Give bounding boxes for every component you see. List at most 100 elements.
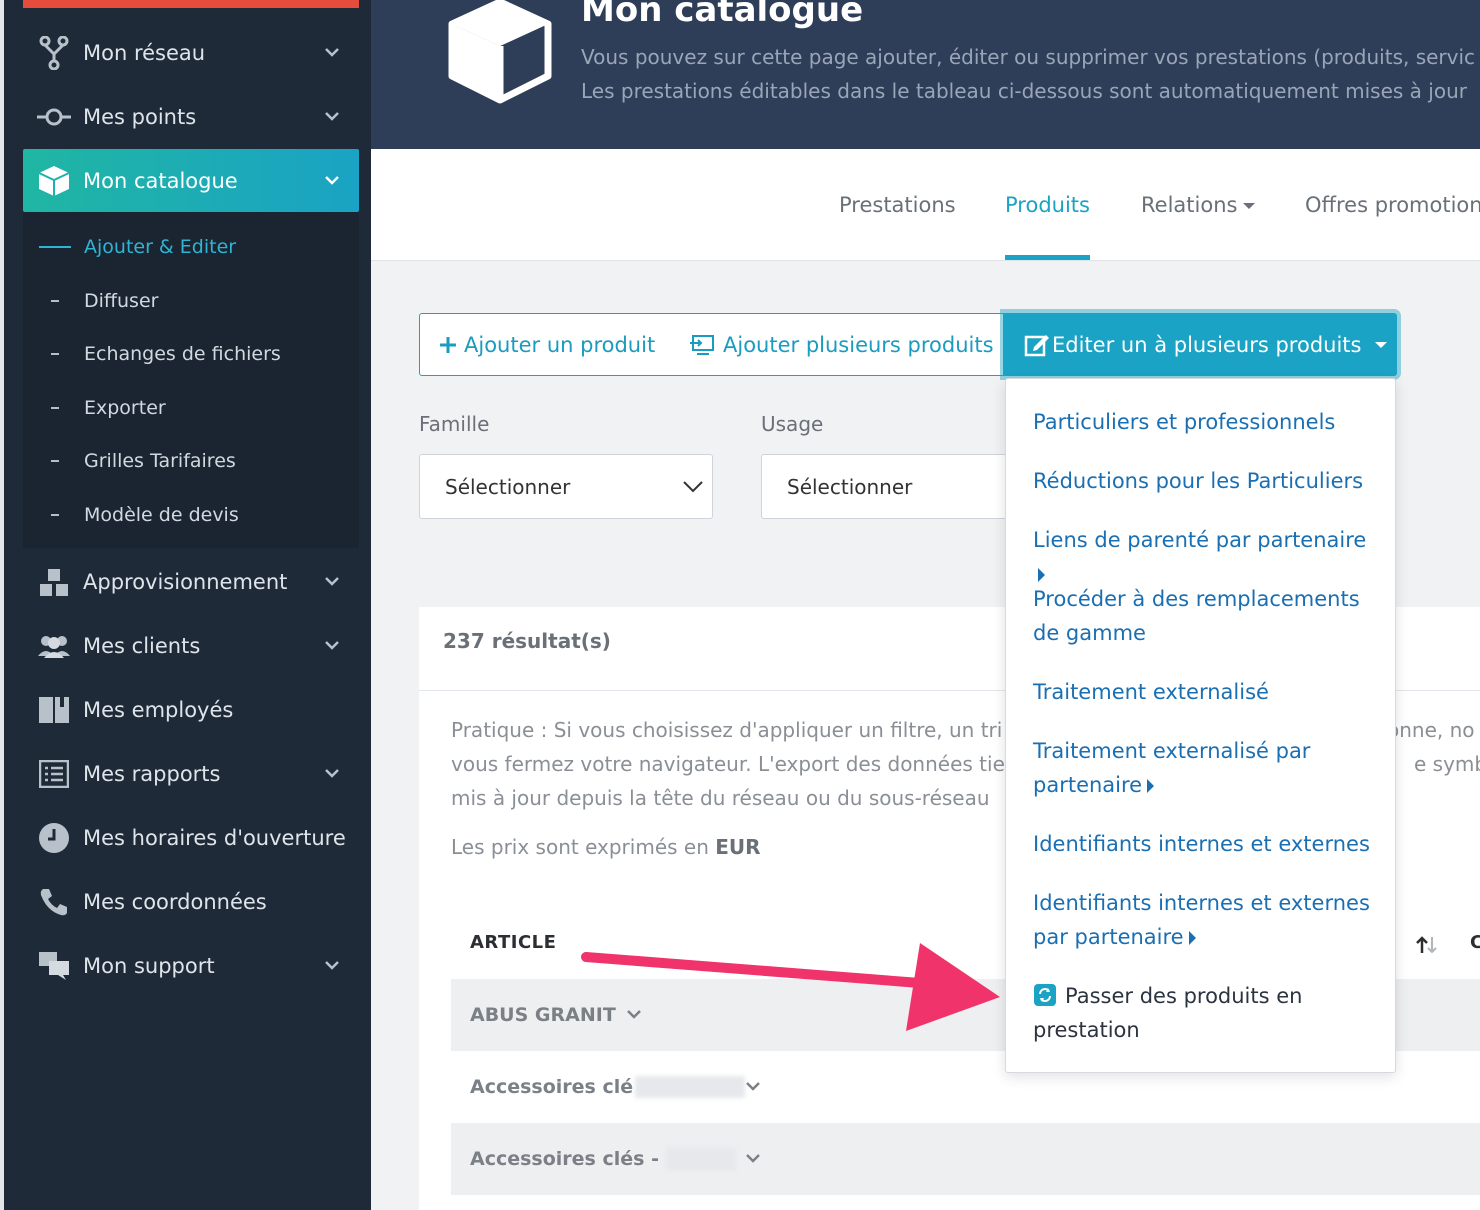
submenu-dash xyxy=(51,514,59,516)
submenu-item-modele-devis[interactable]: Modèle de devis xyxy=(23,495,359,535)
tab-relations[interactable]: Relations xyxy=(1141,193,1256,217)
chevron-down-icon xyxy=(325,112,339,121)
sidebar-item-mes-clients[interactable]: Mes clients xyxy=(23,614,359,677)
submenu-item-exporter[interactable]: Exporter xyxy=(23,388,359,428)
sidebar-item-mes-rapports[interactable]: Mes rapports xyxy=(23,742,359,805)
row-label-wrap: Accessoires clés - xyxy=(470,1148,736,1171)
sidebar-item-label: Mes horaires d'ouverture xyxy=(83,825,346,850)
submenu-item-echanges-fichiers[interactable]: Echanges de fichiers xyxy=(23,334,359,374)
edit-icon xyxy=(1024,334,1049,356)
sidebar-item-mon-support[interactable]: Mon support xyxy=(23,934,359,997)
chevron-down-icon xyxy=(325,961,339,970)
sidebar-item-label: Mes rapports xyxy=(83,761,221,786)
sidebar-item-mes-points[interactable]: Mes points xyxy=(23,85,359,148)
menu-item-liens-parente[interactable]: Liens de parenté par partenaire xyxy=(1033,523,1378,591)
chat-icon xyxy=(37,949,71,983)
tab-bar: Prestations Produits Relations Offres pr… xyxy=(371,149,1480,261)
info-text-line3: mis à jour depuis la tête du réseau ou d… xyxy=(451,786,990,810)
menu-item-particuliers-professionnels[interactable]: Particuliers et professionnels xyxy=(1033,405,1378,439)
menu-item-label: prestation xyxy=(1033,1018,1140,1042)
catalogue-submenu: Ajouter & Editer Diffuser Echanges de fi… xyxy=(23,212,359,548)
price-prefix: Les prix sont exprimés en xyxy=(451,835,709,859)
redacted-text xyxy=(635,1076,746,1099)
submenu-item-grilles-tarifaires[interactable]: Grilles Tarifaires xyxy=(23,441,359,481)
caret-right-icon xyxy=(1147,779,1155,793)
submenu-dash xyxy=(51,300,59,302)
row-label-wrap: Accessoires clé xyxy=(470,1075,746,1099)
chevron-down-icon[interactable] xyxy=(745,1153,761,1165)
annotation-arrow xyxy=(581,943,1000,1031)
caret-right-icon xyxy=(1188,931,1196,945)
submenu-dash xyxy=(51,353,59,355)
info-text-line1-end: onne, no xyxy=(1387,718,1475,742)
submenu-dash xyxy=(51,407,59,409)
chevron-down-icon xyxy=(683,481,703,493)
phone-icon xyxy=(37,885,71,919)
sidebar-item-label: Mes coordonnées xyxy=(83,889,267,914)
sidebar-item-mes-employes[interactable]: Mes employés xyxy=(23,678,359,741)
sidebar-item-label: Mon catalogue xyxy=(83,168,238,193)
submenu-item-diffuser[interactable]: Diffuser xyxy=(23,281,359,321)
sidebar-item-approvisionnement[interactable]: Approvisionnement xyxy=(23,550,359,613)
caret-down-icon xyxy=(1243,203,1256,209)
tab-relations-label: Relations xyxy=(1141,193,1238,217)
plus-icon xyxy=(440,336,456,353)
sidebar-item-label: Mes clients xyxy=(83,633,201,658)
menu-item-label: Liens de parenté par partenaire xyxy=(1033,528,1367,552)
menu-item-identifiants[interactable]: Identifiants internes et externes xyxy=(1033,827,1378,861)
edit-products-label: Editer un à plusieurs produits xyxy=(1052,332,1362,357)
menu-item-identifiants-partenaire[interactable]: Identifiants internes et externes par par… xyxy=(1033,886,1378,954)
redacted-text xyxy=(665,1148,736,1171)
info-text-line1: Pratique : Si vous choisissez d'applique… xyxy=(451,718,1003,742)
edit-products-dropdown-button[interactable]: Editer un à plusieurs produits xyxy=(1004,313,1397,376)
menu-item-label: Procéder à des remplacements xyxy=(1033,587,1360,611)
famille-label: Famille xyxy=(419,412,490,436)
caret-down-icon xyxy=(1375,341,1388,348)
submenu-item-label: Grilles Tarifaires xyxy=(84,450,236,472)
sidebar-item-mon-catalogue[interactable]: Mon catalogue xyxy=(23,149,359,212)
chevron-down-icon[interactable] xyxy=(745,1081,761,1093)
table-row[interactable]: Accessoires clés - xyxy=(451,1123,1480,1195)
menu-item-reductions-particuliers[interactable]: Réductions pour les Particuliers xyxy=(1033,464,1378,498)
column-header-c[interactable]: C xyxy=(1470,932,1480,953)
menu-item-traitement-externalise[interactable]: Traitement externalisé xyxy=(1033,675,1378,709)
row-label: Accessoires clés - xyxy=(470,1147,666,1170)
menu-item-traitement-externalise-partenaire[interactable]: Traitement externalisé par partenaire xyxy=(1033,734,1378,802)
price-currency-note: Les prix sont exprimés en EUR xyxy=(451,835,761,859)
points-icon xyxy=(37,100,71,134)
add-multiple-products-label: Ajouter plusieurs produits xyxy=(723,332,994,357)
menu-item-label: partenaire xyxy=(1033,773,1143,797)
sidebar-item-mes-horaires[interactable]: Mes horaires d'ouverture xyxy=(23,806,359,869)
clock-icon xyxy=(37,821,71,855)
sort-icon[interactable] xyxy=(1415,935,1439,955)
menu-item-remplacements-gamme[interactable]: Procéder à des remplacements de gamme xyxy=(1033,582,1378,650)
page-description-line1: Vous pouvez sur cette page ajouter, édit… xyxy=(581,45,1476,69)
cube-icon xyxy=(448,0,552,104)
submenu-item-label: Diffuser xyxy=(84,290,159,312)
menu-item-label: Traitement externalisé par xyxy=(1033,739,1311,763)
cube-icon xyxy=(37,164,71,198)
info-text-line2: vous fermez votre navigateur. L'export d… xyxy=(451,752,1005,776)
add-multiple-products-button[interactable]: Ajouter plusieurs produits xyxy=(671,313,1004,376)
submenu-active-marker xyxy=(39,246,71,248)
chevron-down-icon xyxy=(325,176,339,185)
add-product-label: Ajouter un produit xyxy=(464,332,656,357)
submenu-item-ajouter-editer[interactable]: Ajouter & Editer xyxy=(23,227,359,267)
submenu-item-label: Echanges de fichiers xyxy=(84,343,281,365)
sidebar-item-label: Mes employés xyxy=(83,697,234,722)
tab-prestations[interactable]: Prestations xyxy=(839,193,956,217)
tab-offres-promotion[interactable]: Offres promotion xyxy=(1305,193,1480,217)
tab-produits[interactable]: Produits xyxy=(1005,193,1090,217)
usage-select[interactable]: Sélectionner xyxy=(761,454,1021,519)
submenu-item-label: Exporter xyxy=(84,397,166,419)
famille-select[interactable]: Sélectionner xyxy=(419,454,713,519)
submenu-item-label: Ajouter & Editer xyxy=(84,236,237,258)
caret-right-icon xyxy=(1038,568,1045,582)
boxes-icon xyxy=(37,565,71,599)
column-header-article[interactable]: ARTICLE xyxy=(470,932,556,953)
row-label: Accessoires clé xyxy=(470,1075,634,1098)
sidebar-item-mon-reseau[interactable]: Mon réseau xyxy=(23,21,359,84)
add-product-button[interactable]: Ajouter un produit xyxy=(419,313,672,376)
sidebar-item-mes-coordonnees[interactable]: Mes coordonnées xyxy=(23,870,359,933)
menu-item-passer-en-prestation[interactable]: Passer des produits en prestation xyxy=(1033,979,1378,1047)
